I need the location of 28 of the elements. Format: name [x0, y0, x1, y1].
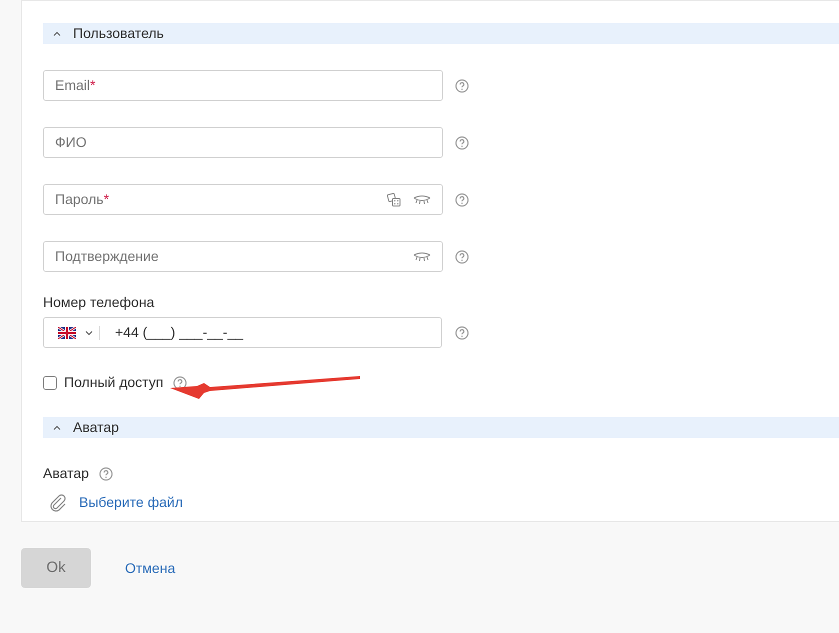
paperclip-icon[interactable]: [49, 494, 67, 512]
section-header[interactable]: Пользователь: [43, 23, 839, 44]
phone-field[interactable]: +44 (___) ___-__-__: [43, 317, 442, 348]
field-label: Аватар: [43, 464, 89, 483]
chevron-icon[interactable]: [85, 330, 93, 336]
checkbox[interactable]: [43, 376, 57, 390]
ok-button[interactable]: Ok: [21, 548, 91, 588]
input-field[interactable]: ФИО: [43, 127, 443, 158]
closed-eye-icon[interactable]: [413, 252, 431, 262]
help-icon[interactable]: [455, 326, 469, 340]
section-title: Пользователь: [73, 24, 164, 43]
cancel-link[interactable]: Отмена: [125, 558, 176, 578]
help-icon[interactable]: [455, 78, 469, 92]
help-icon[interactable]: [455, 250, 469, 264]
field-label: Номер телефона: [43, 294, 156, 310]
section-header[interactable]: Аватар: [43, 417, 839, 438]
closed-eye-icon[interactable]: [413, 194, 431, 204]
input-field[interactable]: Подтверждение: [43, 241, 443, 272]
help-icon[interactable]: [455, 136, 469, 150]
section-title: Аватар: [73, 418, 119, 437]
flag-icon[interactable]: [58, 326, 76, 338]
input-field[interactable]: Пароль*: [43, 184, 443, 215]
checkbox-label: Полный доступ: [64, 373, 164, 392]
help-icon[interactable]: [455, 192, 469, 206]
input-field[interactable]: Email*: [43, 70, 443, 101]
dice-icon[interactable]: [387, 192, 401, 206]
file-link[interactable]: Выберите файл: [79, 492, 183, 513]
help-icon[interactable]: [98, 466, 113, 480]
